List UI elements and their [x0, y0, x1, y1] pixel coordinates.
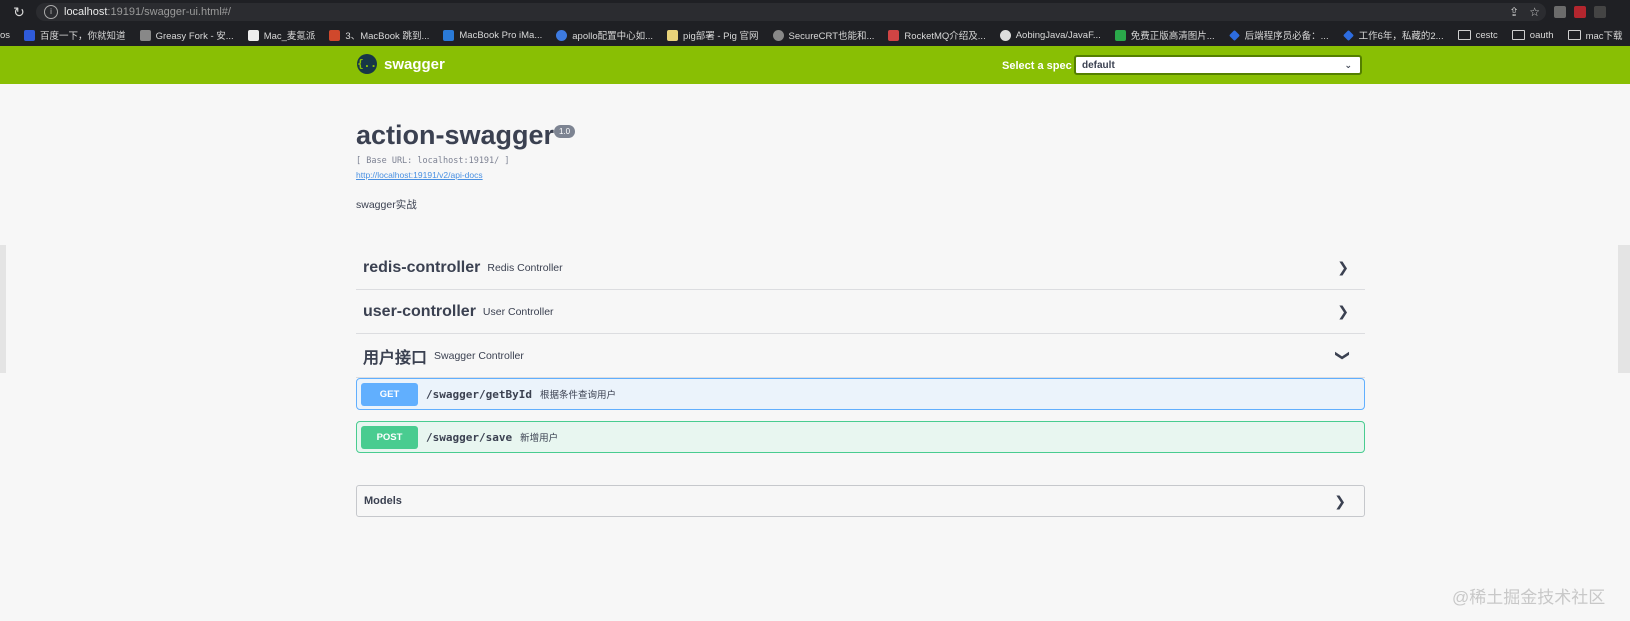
bookmark-item[interactable]: AobingJava/JavaF... — [999, 29, 1101, 41]
tag-name: redis-controller — [363, 258, 481, 276]
swagger-logo-text: swagger — [384, 55, 445, 73]
operation-summary: 根据条件查询用户 — [539, 390, 616, 401]
tag-name: 用户接口 — [363, 349, 428, 367]
tag-description: Redis Controller — [487, 261, 563, 274]
juejin-icon — [1342, 29, 1354, 41]
operation-path: /swagger/getById — [426, 387, 532, 401]
tag-user-interface[interactable]: 用户接口 Swagger Controller ❯ — [356, 334, 1365, 378]
swagger-logo[interactable]: {...} swagger — [357, 54, 445, 74]
operation-get-getbyid[interactable]: GET /swagger/getById 根据条件查询用户 — [356, 378, 1365, 410]
extension-icon[interactable] — [1554, 6, 1566, 18]
share-icon[interactable]: ⇪ — [1509, 5, 1519, 19]
folder-icon — [1567, 30, 1581, 40]
left-edge-panel — [0, 245, 6, 373]
tag-user-controller[interactable]: user-controller User Controller ❯ — [356, 290, 1365, 334]
swagger-topbar: {...} swagger Select a spec default ⌄ — [0, 46, 1630, 84]
url-host: localhost — [64, 6, 108, 18]
bookmark-item[interactable]: 3、MacBook 跳到... — [329, 28, 429, 42]
bookmark-star-icon[interactable]: ☆ — [1529, 5, 1540, 19]
bookmark-item[interactable]: 百度一下，你就知道 — [24, 28, 126, 42]
apollo-icon — [556, 29, 568, 41]
bookmark-item[interactable]: 工作6年，私藏的2... — [1342, 28, 1444, 42]
watermark: @稀土掘金技术社区 — [1452, 588, 1606, 607]
right-edge-panel — [1618, 245, 1630, 373]
operation-path: /swagger/save — [426, 430, 513, 444]
models-label: Models — [364, 495, 402, 507]
method-badge-post: POST — [361, 425, 418, 449]
tag-description: User Controller — [482, 305, 554, 318]
folder-icon — [1457, 30, 1471, 40]
bookmark-item[interactable]: os — [0, 30, 10, 41]
juejin-icon — [1228, 29, 1240, 41]
operation-summary: 新增用户 — [520, 433, 559, 444]
greasyfork-icon — [139, 29, 151, 41]
bookmark-item[interactable]: Mac_麦氪派 — [247, 28, 315, 42]
bookmark-item[interactable]: apollo配置中心如... — [556, 28, 653, 42]
bookmark-folder[interactable]: mac下载 — [1567, 28, 1623, 42]
rocketmq-icon — [888, 29, 900, 41]
reload-icon[interactable]: ↻ — [8, 4, 30, 21]
tag-name: user-controller — [363, 302, 476, 320]
pig-icon — [667, 29, 679, 41]
base-url: [ Base URL: localhost:19191/ ] — [356, 156, 510, 166]
folder-icon — [1511, 30, 1525, 40]
c-icon — [329, 29, 341, 41]
spec-select-value: default — [1082, 59, 1115, 71]
bookmark-item[interactable]: SecureCRT也能和... — [772, 28, 874, 42]
site-info-icon[interactable]: i — [44, 5, 58, 19]
models-section[interactable]: Models ❯ — [356, 485, 1365, 517]
bookmark-item[interactable]: MacBook Pro iMa... — [443, 29, 542, 41]
bookmark-item[interactable]: 免费正版高清图片... — [1114, 28, 1215, 42]
api-title: action-swagger — [356, 120, 555, 150]
extension-icon[interactable] — [1574, 6, 1586, 18]
extension-icon[interactable] — [1594, 6, 1606, 18]
select-spec-label: Select a spec — [1002, 60, 1072, 72]
swagger-logo-icon: {...} — [357, 54, 390, 74]
bookmark-folder[interactable]: oauth — [1511, 30, 1554, 41]
tag-description: Swagger Controller — [434, 349, 524, 362]
operation-post-save[interactable]: POST /swagger/save 新增用户 — [356, 421, 1365, 453]
bookmark-item[interactable]: Greasy Fork - 安... — [139, 28, 234, 42]
baidu-icon — [24, 29, 36, 41]
api-description: swagger实战 — [356, 199, 417, 211]
macbook-icon — [443, 29, 455, 41]
pixabay-icon — [1114, 29, 1126, 41]
mac-icon — [247, 29, 259, 41]
chevron-right-icon[interactable]: ❯ — [1337, 303, 1349, 320]
bookmark-item[interactable]: RocketMQ介绍及... — [888, 28, 986, 42]
bookmark-item[interactable]: 后端程序员必备：... — [1228, 28, 1329, 42]
bookmark-folder[interactable]: cestc — [1457, 30, 1498, 41]
chevron-right-icon[interactable]: ❯ — [1337, 259, 1349, 276]
github-icon — [999, 29, 1011, 41]
extensions-area — [1554, 6, 1606, 18]
chevron-down-icon[interactable]: ❯ — [1335, 350, 1352, 362]
chevron-down-icon: ⌄ — [1344, 59, 1352, 70]
tag-redis-controller[interactable]: redis-controller Redis Controller ❯ — [356, 246, 1365, 290]
spec-select[interactable]: default ⌄ — [1074, 55, 1362, 75]
url-bar[interactable]: i localhost:19191/swagger-ui.html#/ ⇪ ☆ — [36, 3, 1546, 21]
bookmarks-bar: os 百度一下，你就知道 Greasy Fork - 安... Mac_麦氪派 … — [0, 24, 1630, 46]
url-path: :19191/swagger-ui.html#/ — [107, 6, 231, 18]
chevron-right-icon[interactable]: ❯ — [1334, 493, 1346, 510]
browser-address-bar: ↻ i localhost:19191/swagger-ui.html#/ ⇪ … — [0, 0, 1630, 24]
method-badge-get: GET — [361, 382, 418, 406]
globe-icon — [772, 29, 784, 41]
api-docs-link[interactable]: http://localhost:19191/v2/api-docs — [356, 170, 483, 180]
bookmark-item[interactable]: pig部署 - Pig 官网 — [667, 28, 759, 42]
version-badge: 1.0 — [554, 125, 576, 138]
